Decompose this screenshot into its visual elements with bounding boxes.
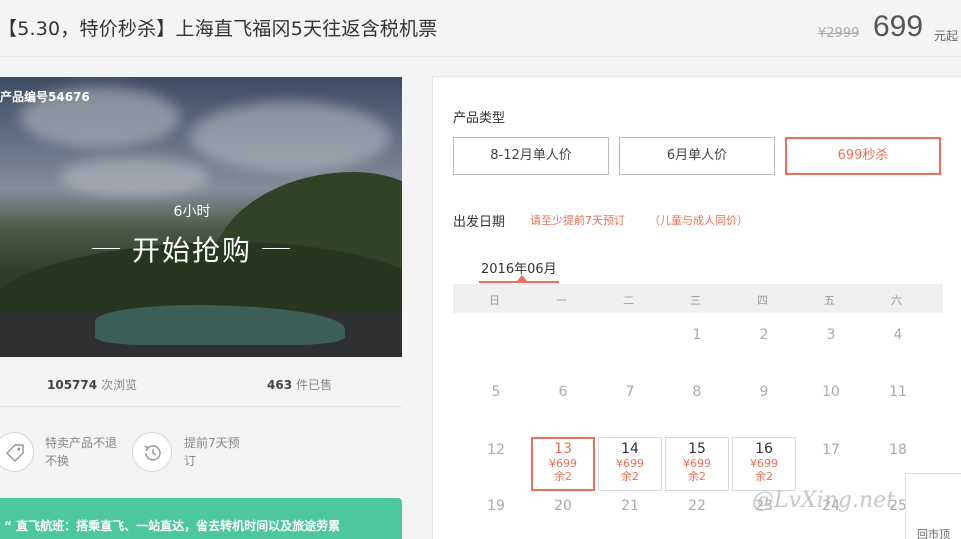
- booking-panel: 产品类型 8-12月单人价 6月单人价 699秒杀 出发日期 请至少提前7天预订…: [432, 76, 961, 539]
- calendar-day: 9: [759, 384, 769, 400]
- calendar-day: 19: [487, 498, 505, 514]
- site-watermark: @LvXing.net: [752, 488, 896, 513]
- sale-price: 699: [873, 10, 924, 43]
- day-number: 16: [755, 441, 773, 457]
- calendar-day: 10: [822, 384, 840, 400]
- calendar-day-bookable-selected[interactable]: 13 ¥699 余2: [531, 437, 595, 491]
- weekday-header: 日 一 二 三 四 五 六: [453, 284, 943, 313]
- calendar-day: 4: [893, 327, 903, 343]
- tag-icon: [0, 432, 34, 472]
- day-stock: 余2: [755, 470, 773, 483]
- day-stock: 余2: [688, 470, 706, 483]
- calendar-day: 11: [889, 384, 907, 400]
- weekday: 四: [757, 294, 768, 307]
- month-tab-underline: [479, 281, 559, 283]
- day-number: 13: [554, 441, 572, 457]
- clock-history-icon: [132, 432, 172, 472]
- weekday: 六: [891, 294, 902, 307]
- price-unit: 元起: [934, 29, 959, 43]
- original-price: ¥2999: [818, 26, 860, 41]
- type-option-flash-sale[interactable]: 699秒杀: [785, 137, 941, 175]
- back-to-top-button[interactable]: 回市顶: [905, 473, 961, 539]
- banner-text: “ 直飞航班：搭乘直飞、一站直达，省去转机时间以及旅途劳累: [4, 519, 341, 533]
- calendar-day: 2: [759, 327, 769, 343]
- countdown-text: 6小时: [173, 204, 211, 220]
- page-title: 【5.30，特价秒杀】上海直飞福冈5天往返含税机票: [0, 18, 438, 40]
- day-number: 15: [688, 441, 706, 457]
- feature-text: 特卖产品不退不换: [45, 436, 118, 468]
- sold-count: 463: [267, 378, 293, 392]
- departure-date-label: 出发日期: [453, 215, 506, 230]
- buy-start-text: 开始抢购: [131, 234, 252, 267]
- calendar-day: 3: [826, 327, 836, 343]
- views-label: 次浏览: [101, 378, 138, 392]
- weekday: 五: [824, 294, 835, 307]
- calendar-day: 22: [688, 498, 706, 514]
- calendar-day: 1: [692, 327, 702, 343]
- day-number: 14: [621, 441, 639, 457]
- weekday: 二: [623, 294, 634, 307]
- back-to-top-label: 回市顶: [917, 528, 950, 539]
- type-option-june[interactable]: 6月单人价: [619, 137, 775, 175]
- day-stock: 余2: [554, 470, 572, 483]
- day-price: ¥699: [549, 457, 577, 470]
- calendar-day-bookable[interactable]: 15 ¥699 余2: [665, 437, 729, 491]
- day-price: ¥699: [750, 457, 778, 470]
- calendar-day: 20: [554, 498, 572, 514]
- product-code: 产品编号54676: [0, 90, 90, 104]
- flight-info-banner: “ 直飞航班：搭乘直飞、一站直达，省去转机时间以及旅途劳累: [0, 498, 402, 539]
- sold-stat: 463 件已售: [267, 376, 332, 393]
- calendar-day: 17: [822, 442, 840, 458]
- views-count: 105774: [47, 378, 98, 392]
- calendar-day-bookable[interactable]: 16 ¥699 余2: [732, 437, 796, 491]
- day-price: ¥699: [683, 457, 711, 470]
- product-hero-image: 产品编号54676 6小时 开始抢购: [0, 77, 402, 357]
- child-price-hint: （儿童与成人同价）: [649, 214, 748, 227]
- day-price: ¥699: [616, 457, 644, 470]
- weekday: 日: [489, 294, 500, 307]
- advance-booking-hint: 请至少提前7天预订: [530, 214, 625, 227]
- type-option-aug-dec[interactable]: 8-12月单人价: [453, 137, 609, 175]
- calendar-day: 8: [692, 384, 702, 400]
- views-stat: 105774 次浏览: [47, 376, 137, 393]
- calendar-day: 7: [625, 384, 635, 400]
- month-caret-icon: [517, 275, 527, 281]
- product-features: 特卖产品不退不换 提前7天预订: [0, 420, 402, 490]
- calendar-day: 5: [491, 384, 501, 400]
- decor-line: [262, 248, 290, 249]
- calendar-day: 12: [487, 442, 505, 458]
- day-stock: 余2: [621, 470, 639, 483]
- feature-text: 提前7天预订: [184, 436, 240, 468]
- product-stats: 105774 次浏览 463 件已售: [0, 360, 402, 407]
- calendar-day: 6: [558, 384, 568, 400]
- calendar-day: 21: [621, 498, 639, 514]
- calendar-day: 18: [889, 442, 907, 458]
- weekday: 三: [690, 294, 701, 307]
- product-type-label: 产品类型: [453, 111, 506, 126]
- product-header: 【5.30，特价秒杀】上海直飞福冈5天往返含税机票 ¥2999 699 元起: [0, 0, 961, 57]
- calendar-day-bookable[interactable]: 14 ¥699 余2: [598, 437, 662, 491]
- weekday: 一: [556, 294, 567, 307]
- sold-label: 件已售: [296, 378, 333, 392]
